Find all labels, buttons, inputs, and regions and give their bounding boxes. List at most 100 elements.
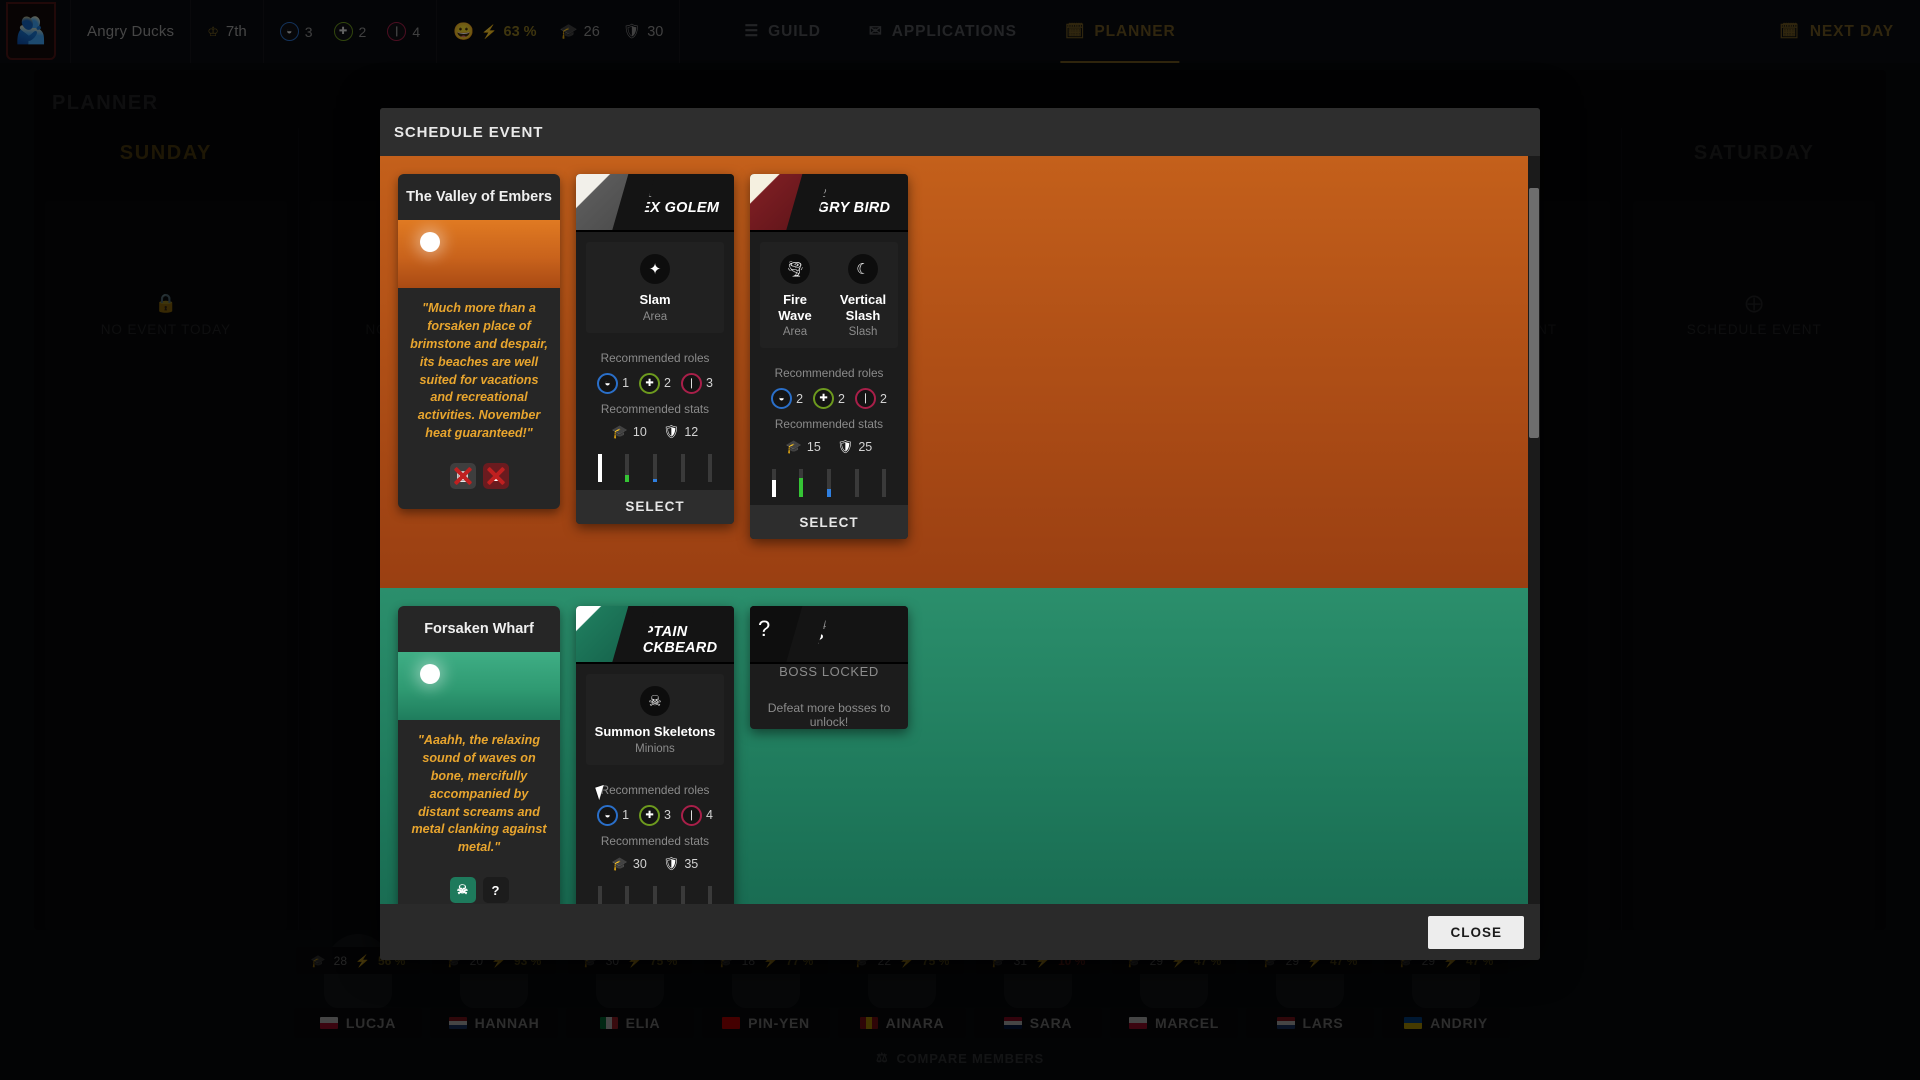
boss-progress-bars	[576, 450, 734, 482]
location-boss-chips: ☠?	[398, 867, 560, 904]
zone-fire: The Valley of Embers"Much more than a fo…	[380, 156, 1528, 588]
progress-bar	[625, 886, 629, 904]
stats-label: Recommended stats	[576, 402, 734, 416]
slash-icon: ☾	[848, 254, 878, 284]
stat-value: 10	[633, 425, 647, 439]
roles-label: Recommended roles	[576, 351, 734, 365]
skill: 🌪Fire WaveArea	[766, 254, 824, 338]
location-artwork	[398, 652, 560, 720]
select-boss-button[interactable]: SELECT	[750, 505, 908, 539]
shield-icon: 🛡	[663, 424, 680, 440]
schedule-event-modal: SCHEDULE EVENT The Valley of Embers"Much…	[380, 108, 1540, 960]
modal-title: SCHEDULE EVENT	[380, 108, 1540, 156]
boss-roles: ◒1✚2❘3	[576, 373, 734, 394]
question-icon: ?	[750, 606, 806, 662]
fire-wave-icon: 🌪	[780, 254, 810, 284]
shield-icon: 🛡	[663, 856, 680, 872]
stat: 🛡 35	[663, 856, 698, 872]
stat-value: 35	[684, 857, 698, 871]
tank-icon: ◒	[597, 373, 618, 394]
progress-bar-fill	[625, 475, 629, 481]
skill: ✦ Slam Area	[592, 254, 718, 323]
shield-icon: 🛡	[837, 439, 854, 455]
role-count: 3	[664, 808, 671, 822]
boss-header: Tier 3CAPTAIN NECKBEARD	[576, 606, 734, 662]
role: ❘4	[681, 805, 713, 826]
tank-icon: ◒	[771, 388, 792, 409]
skill-name: Slam	[592, 292, 718, 308]
boss-skills: 🌪Fire WaveArea☾Vertical SlashSlash	[760, 242, 898, 348]
location-boss-chips: ▣▲	[398, 453, 560, 509]
boss-chip: ?	[483, 877, 509, 903]
role-count: 2	[796, 392, 803, 406]
boss-chip: ☠	[450, 877, 476, 903]
modal-body: The Valley of Embers"Much more than a fo…	[380, 156, 1540, 904]
skill: ☾Vertical SlashSlash	[834, 254, 892, 338]
stat: 🛡25	[837, 439, 872, 455]
boss-progress-bars	[576, 882, 734, 904]
progress-bar	[653, 886, 657, 904]
progress-bar	[708, 886, 712, 904]
boss-locked-title: BOSS LOCKED	[779, 664, 879, 679]
location-artwork	[398, 220, 560, 288]
stat: 🎓 15	[786, 439, 821, 455]
boss-card: Tier 3CAPTAIN NECKBEARD ☠Summon Skeletons…	[576, 606, 734, 904]
location-card: The Valley of Embers"Much more than a fo…	[398, 174, 560, 509]
progress-bar-fill	[827, 489, 831, 497]
role: ◒1	[597, 373, 629, 394]
dps-icon: ❘	[681, 373, 702, 394]
pirate-skull-icon	[576, 606, 632, 662]
location-quote: "Aaahh, the relaxing sound of waves on b…	[398, 720, 560, 867]
select-boss-button[interactable]: SELECT	[576, 490, 734, 524]
scrollbar[interactable]	[1528, 156, 1540, 904]
boss-skills: ☠Summon SkeletonsMinions	[586, 674, 724, 765]
bird-face-icon	[750, 174, 806, 230]
boss-header: Tier 2ANGRY BIRD	[750, 174, 908, 230]
progress-bar	[708, 454, 712, 482]
boss-card: ?Tier 4???BOSS LOCKEDDefeat more bosses …	[750, 606, 908, 729]
graduation-cap-icon: 🎓	[786, 439, 802, 455]
role-count: 2	[838, 392, 845, 406]
healer-icon: ✚	[813, 388, 834, 409]
role: ❘2	[855, 388, 887, 409]
skill: ☠Summon SkeletonsMinions	[592, 686, 718, 755]
stat-value: 15	[807, 440, 821, 454]
healer-icon: ✚	[639, 805, 660, 826]
zone-cards: Forsaken Wharf"Aaahh, the relaxing sound…	[398, 606, 908, 904]
role: ✚3	[639, 805, 671, 826]
boss-chip: ▣	[450, 463, 476, 489]
boss-progress-bars	[750, 465, 908, 497]
role-count: 3	[706, 376, 713, 390]
progress-bar	[653, 454, 657, 482]
progress-bar	[681, 886, 685, 904]
stats-label: Recommended stats	[750, 417, 908, 431]
progress-bar	[598, 886, 602, 904]
role: ◒2	[771, 388, 803, 409]
location-name: The Valley of Embers	[398, 174, 560, 220]
dps-icon: ❘	[681, 805, 702, 826]
boss-card: Tier 2ANGRY BIRD 🌪Fire WaveArea☾Vertical …	[750, 174, 908, 539]
progress-bar	[855, 469, 859, 497]
graduation-cap-icon: 🎓	[612, 424, 628, 440]
zone-sea: Forsaken Wharf"Aaahh, the relaxing sound…	[380, 588, 1528, 904]
zone-cards: The Valley of Embers"Much more than a fo…	[398, 174, 908, 539]
skill-type: Area	[766, 326, 824, 338]
role: ◒1	[597, 805, 629, 826]
progress-bar	[681, 454, 685, 482]
stat: 🛡 12	[663, 424, 698, 440]
divider	[576, 230, 734, 232]
impact-icon: ✦	[640, 254, 670, 284]
skill-type: Slash	[834, 326, 892, 338]
boss-header: Tier 1FLEX GOLEM	[576, 174, 734, 230]
boss-roles: ◒2✚2❘2	[750, 388, 908, 409]
skill-type: Area	[592, 311, 718, 323]
stats-label: Recommended stats	[576, 834, 734, 848]
boss-roles: ◒1✚3❘4	[576, 805, 734, 826]
boss-skills: ✦ Slam Area	[586, 242, 724, 333]
close-button[interactable]: CLOSE	[1428, 916, 1524, 949]
boss-locked-panel: BOSS LOCKEDDefeat more bosses to unlock!	[750, 664, 908, 729]
scrollbar-thumb[interactable]	[1529, 188, 1539, 438]
stat-value: 12	[684, 425, 698, 439]
sun-icon	[420, 232, 440, 252]
game-screen: PLANNER SUNDAY🔒NO EVENT TODAYMONDAY🔒NO E…	[0, 0, 1920, 1080]
